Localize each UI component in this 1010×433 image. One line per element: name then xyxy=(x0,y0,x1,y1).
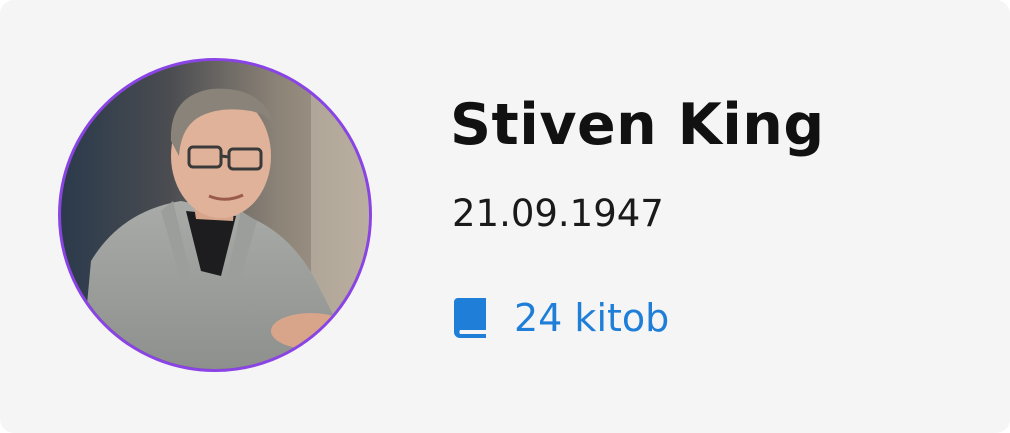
author-card[interactable]: Stiven King 21.09.1947 24 kitob xyxy=(0,0,1010,433)
author-photo xyxy=(61,61,369,369)
author-birth-date: 21.09.1947 xyxy=(452,192,664,235)
books-count-link[interactable]: 24 kitob xyxy=(452,296,669,340)
books-count-label: 24 kitob xyxy=(514,296,670,340)
author-avatar xyxy=(58,58,372,372)
book-icon xyxy=(454,298,486,338)
author-name: Stiven King xyxy=(450,92,825,158)
